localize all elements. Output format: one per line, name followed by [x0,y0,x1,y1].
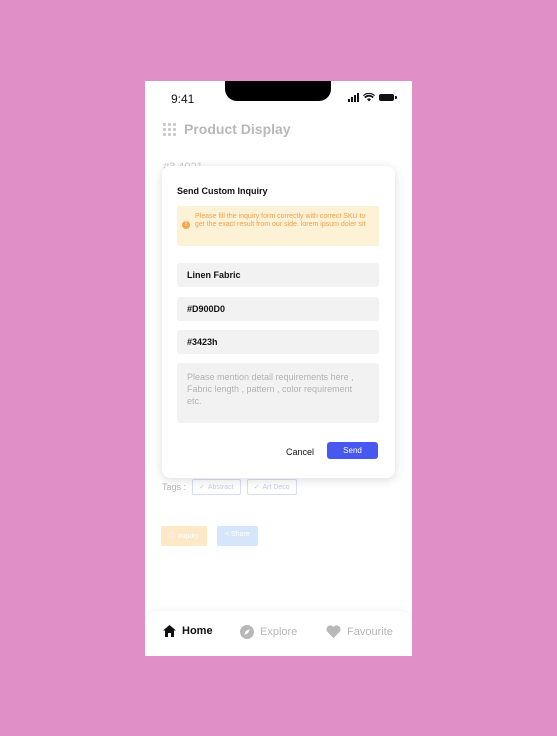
tag-label: Art Deco [262,483,290,491]
cancel-button[interactable]: Cancel [286,447,314,457]
tag-abstract[interactable]: ✓ Abstract [192,479,241,495]
share-icon: < [224,531,230,538]
page-title: Product Display [184,121,291,137]
color-code-field[interactable]: #D900D0 [177,297,379,321]
home-icon [163,625,176,637]
signal-icon [348,93,359,102]
device-notch [225,81,331,101]
battery-icon [379,94,397,101]
nav-favourite[interactable]: Favourite [326,625,393,638]
app-header: Product Display [163,121,291,137]
status-bar: 9:41 [145,81,412,111]
check-icon: ✓ [253,484,260,491]
nav-explore[interactable]: Explore [240,625,297,639]
dialog-title: Send Custom Inquiry [177,186,268,196]
custom-inquiry-dialog: Send Custom Inquiry ! Please fill the in… [162,166,395,478]
warning-alert: ! Please fill the inquiry form correctly… [177,206,379,246]
wifi-icon [363,93,375,102]
inquiry-button[interactable]: ⓘ Inquiry [161,526,207,546]
heart-icon [326,625,341,638]
tags-row: Tags : ✓ Abstract ✓ Art Deco [162,479,297,495]
info-icon: ⓘ [169,533,176,540]
background-actions: ⓘ Inquiry < Share [161,526,258,546]
status-icons [348,93,397,102]
nav-explore-label: Explore [260,626,298,638]
send-button[interactable]: Send [327,442,378,459]
sku-field[interactable]: #3423h [177,330,379,354]
warning-alert-text: Please fill the inquiry form correctly w… [195,213,366,228]
status-time: 9:41 [171,92,195,106]
requirements-textarea[interactable]: Please mention detail requirements here … [177,363,379,423]
warning-info-icon: ! [182,221,190,229]
share-button[interactable]: < Share [216,526,258,546]
bottom-navigation: Home Explore Favourite [145,611,412,656]
nav-favourite-label: Favourite [347,625,393,638]
nav-home[interactable]: Home [163,625,213,637]
check-icon: ✓ [199,484,205,491]
nav-home-label: Home [182,625,213,637]
tags-label: Tags : [162,482,187,492]
share-label: Share [231,531,250,538]
phone-screen: 9:41 Product Display #3 4921 Tags : ✓ Ab… [145,81,412,656]
inquiry-label: Inquiry [177,533,199,540]
apps-grid-icon[interactable] [163,122,176,136]
tag-art-deco[interactable]: ✓ Art Deco [246,479,297,495]
fabric-field[interactable]: Linen Fabric [177,263,379,287]
compass-icon [240,625,254,639]
tag-label: Abstract [207,483,234,491]
